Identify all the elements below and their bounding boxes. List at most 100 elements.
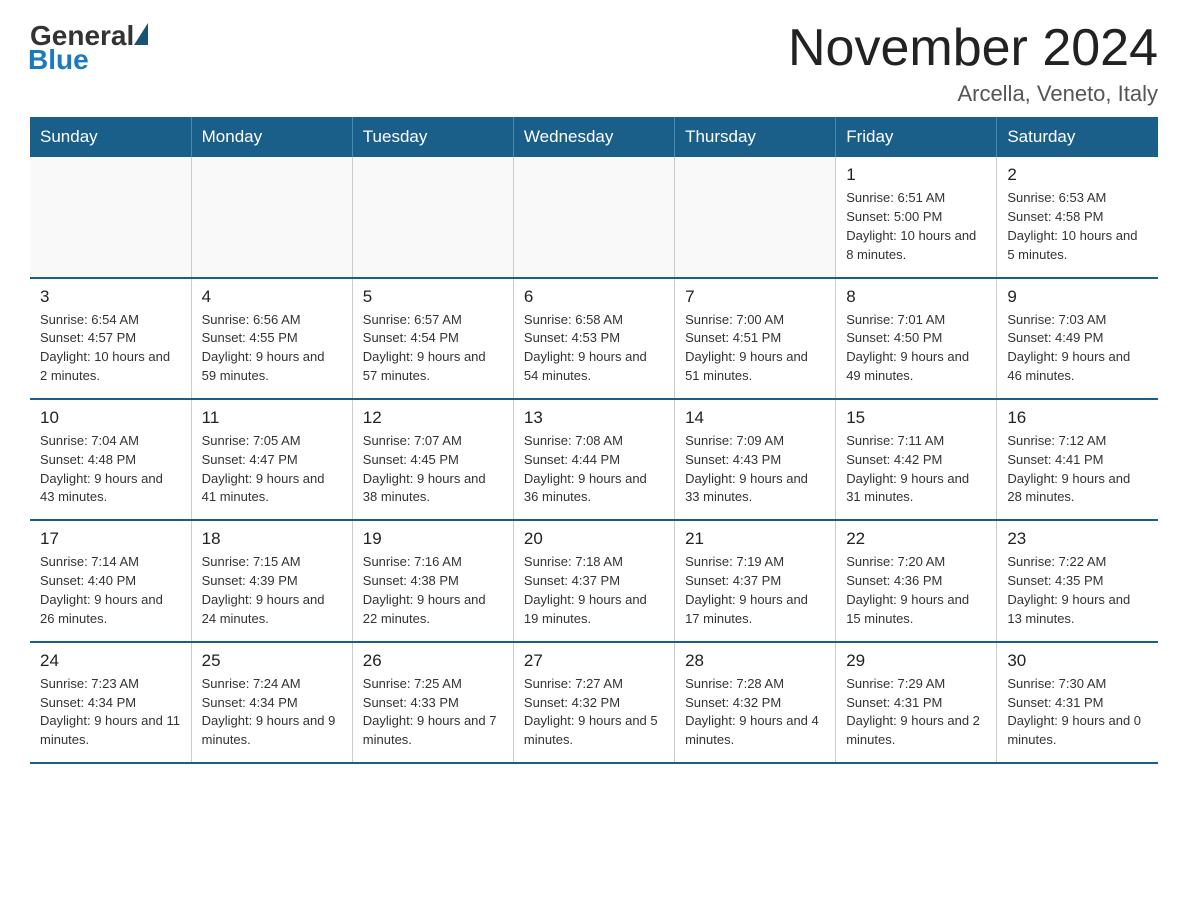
day-number: 19 [363,529,503,549]
day-info: Sunrise: 7:29 AMSunset: 4:31 PMDaylight:… [846,675,986,750]
calendar-cell: 30 Sunrise: 7:30 AMSunset: 4:31 PMDayligh… [997,642,1158,763]
weekday-header-thursday: Thursday [675,117,836,157]
day-info: Sunrise: 7:01 AMSunset: 4:50 PMDaylight:… [846,311,986,386]
day-info: Sunrise: 7:28 AMSunset: 4:32 PMDaylight:… [685,675,825,750]
day-number: 9 [1007,287,1148,307]
calendar-cell [30,157,191,277]
calendar-cell: 12 Sunrise: 7:07 AMSunset: 4:45 PMDayligh… [352,399,513,520]
day-number: 12 [363,408,503,428]
calendar-week-row: 3 Sunrise: 6:54 AMSunset: 4:57 PMDaylight… [30,278,1158,399]
day-info: Sunrise: 7:14 AMSunset: 4:40 PMDaylight:… [40,553,181,628]
weekday-header-friday: Friday [836,117,997,157]
calendar-header: SundayMondayTuesdayWednesdayThursdayFrid… [30,117,1158,157]
day-info: Sunrise: 7:30 AMSunset: 4:31 PMDaylight:… [1007,675,1148,750]
calendar-cell: 26 Sunrise: 7:25 AMSunset: 4:33 PMDayligh… [352,642,513,763]
day-number: 1 [846,165,986,185]
calendar-cell: 6Sunrise: 6:58 AMSunset: 4:53 PMDaylight… [513,278,674,399]
calendar-cell: 1Sunrise: 6:51 AMSunset: 5:00 PMDaylight… [836,157,997,277]
weekday-header-monday: Monday [191,117,352,157]
calendar-cell: 17 Sunrise: 7:14 AMSunset: 4:40 PMDayligh… [30,520,191,641]
day-info: Sunrise: 7:22 AMSunset: 4:35 PMDaylight:… [1007,553,1148,628]
calendar-cell: 2 Sunrise: 6:53 AMSunset: 4:58 PMDaylight… [997,157,1158,277]
day-info: Sunrise: 7:24 AMSunset: 4:34 PMDaylight:… [202,675,342,750]
calendar-cell: 29 Sunrise: 7:29 AMSunset: 4:31 PMDayligh… [836,642,997,763]
calendar-cell: 22Sunrise: 7:20 AMSunset: 4:36 PMDayligh… [836,520,997,641]
weekday-header-tuesday: Tuesday [352,117,513,157]
calendar-cell: 18 Sunrise: 7:15 AMSunset: 4:39 PMDayligh… [191,520,352,641]
day-info: Sunrise: 7:07 AMSunset: 4:45 PMDaylight:… [363,432,503,507]
calendar-week-row: 17 Sunrise: 7:14 AMSunset: 4:40 PMDayligh… [30,520,1158,641]
day-info: Sunrise: 7:18 AMSunset: 4:37 PMDaylight:… [524,553,664,628]
calendar-cell: 4 Sunrise: 6:56 AMSunset: 4:55 PMDaylight… [191,278,352,399]
day-info: Sunrise: 6:53 AMSunset: 4:58 PMDaylight:… [1007,189,1148,264]
day-number: 5 [363,287,503,307]
day-info: Sunrise: 7:15 AMSunset: 4:39 PMDaylight:… [202,553,342,628]
calendar-cell: 27Sunrise: 7:27 AMSunset: 4:32 PMDayligh… [513,642,674,763]
calendar-cell: 7Sunrise: 7:00 AMSunset: 4:51 PMDaylight… [675,278,836,399]
calendar-cell: 21Sunrise: 7:19 AMSunset: 4:37 PMDayligh… [675,520,836,641]
calendar-cell: 13Sunrise: 7:08 AMSunset: 4:44 PMDayligh… [513,399,674,520]
day-number: 28 [685,651,825,671]
logo: General Blue [30,20,148,76]
day-info: Sunrise: 7:04 AMSunset: 4:48 PMDaylight:… [40,432,181,507]
calendar-cell [675,157,836,277]
calendar-title: November 2024 [788,20,1158,77]
day-info: Sunrise: 7:11 AMSunset: 4:42 PMDaylight:… [846,432,986,507]
calendar-cell: 14Sunrise: 7:09 AMSunset: 4:43 PMDayligh… [675,399,836,520]
day-number: 6 [524,287,664,307]
day-number: 3 [40,287,181,307]
day-number: 20 [524,529,664,549]
logo-triangle-icon [134,23,148,45]
day-number: 4 [202,287,342,307]
day-info: Sunrise: 6:54 AMSunset: 4:57 PMDaylight:… [40,311,181,386]
page-header: General Blue November 2024 Arcella, Vene… [30,20,1158,107]
day-number: 10 [40,408,181,428]
calendar-body: 1Sunrise: 6:51 AMSunset: 5:00 PMDaylight… [30,157,1158,763]
logo-blue-text: Blue [28,44,89,76]
calendar-table: SundayMondayTuesdayWednesdayThursdayFrid… [30,117,1158,764]
day-number: 23 [1007,529,1148,549]
calendar-cell: 11 Sunrise: 7:05 AMSunset: 4:47 PMDayligh… [191,399,352,520]
calendar-cell [191,157,352,277]
calendar-cell: 10 Sunrise: 7:04 AMSunset: 4:48 PMDayligh… [30,399,191,520]
day-info: Sunrise: 7:08 AMSunset: 4:44 PMDaylight:… [524,432,664,507]
day-number: 11 [202,408,342,428]
day-number: 21 [685,529,825,549]
day-number: 30 [1007,651,1148,671]
day-info: Sunrise: 7:03 AMSunset: 4:49 PMDaylight:… [1007,311,1148,386]
day-number: 25 [202,651,342,671]
calendar-cell: 9 Sunrise: 7:03 AMSunset: 4:49 PMDaylight… [997,278,1158,399]
calendar-cell: 3 Sunrise: 6:54 AMSunset: 4:57 PMDaylight… [30,278,191,399]
calendar-cell: 24Sunrise: 7:23 AMSunset: 4:34 PMDayligh… [30,642,191,763]
day-info: Sunrise: 7:23 AMSunset: 4:34 PMDaylight:… [40,675,181,750]
calendar-cell: 5 Sunrise: 6:57 AMSunset: 4:54 PMDaylight… [352,278,513,399]
day-info: Sunrise: 6:56 AMSunset: 4:55 PMDaylight:… [202,311,342,386]
calendar-cell: 19 Sunrise: 7:16 AMSunset: 4:38 PMDayligh… [352,520,513,641]
day-info: Sunrise: 7:25 AMSunset: 4:33 PMDaylight:… [363,675,503,750]
calendar-subtitle: Arcella, Veneto, Italy [788,81,1158,107]
day-number: 18 [202,529,342,549]
weekday-header-row: SundayMondayTuesdayWednesdayThursdayFrid… [30,117,1158,157]
weekday-header-saturday: Saturday [997,117,1158,157]
day-info: Sunrise: 6:57 AMSunset: 4:54 PMDaylight:… [363,311,503,386]
day-number: 16 [1007,408,1148,428]
day-info: Sunrise: 7:27 AMSunset: 4:32 PMDaylight:… [524,675,664,750]
day-number: 15 [846,408,986,428]
day-number: 26 [363,651,503,671]
calendar-cell: 16Sunrise: 7:12 AMSunset: 4:41 PMDayligh… [997,399,1158,520]
day-number: 14 [685,408,825,428]
calendar-week-row: 1Sunrise: 6:51 AMSunset: 5:00 PMDaylight… [30,157,1158,277]
day-number: 8 [846,287,986,307]
day-info: Sunrise: 7:16 AMSunset: 4:38 PMDaylight:… [363,553,503,628]
calendar-cell: 23 Sunrise: 7:22 AMSunset: 4:35 PMDayligh… [997,520,1158,641]
day-info: Sunrise: 7:05 AMSunset: 4:47 PMDaylight:… [202,432,342,507]
calendar-week-row: 24Sunrise: 7:23 AMSunset: 4:34 PMDayligh… [30,642,1158,763]
day-number: 17 [40,529,181,549]
calendar-cell: 25 Sunrise: 7:24 AMSunset: 4:34 PMDayligh… [191,642,352,763]
calendar-cell: 8 Sunrise: 7:01 AMSunset: 4:50 PMDaylight… [836,278,997,399]
day-number: 2 [1007,165,1148,185]
day-number: 7 [685,287,825,307]
calendar-cell: 28 Sunrise: 7:28 AMSunset: 4:32 PMDayligh… [675,642,836,763]
calendar-cell [352,157,513,277]
day-number: 29 [846,651,986,671]
